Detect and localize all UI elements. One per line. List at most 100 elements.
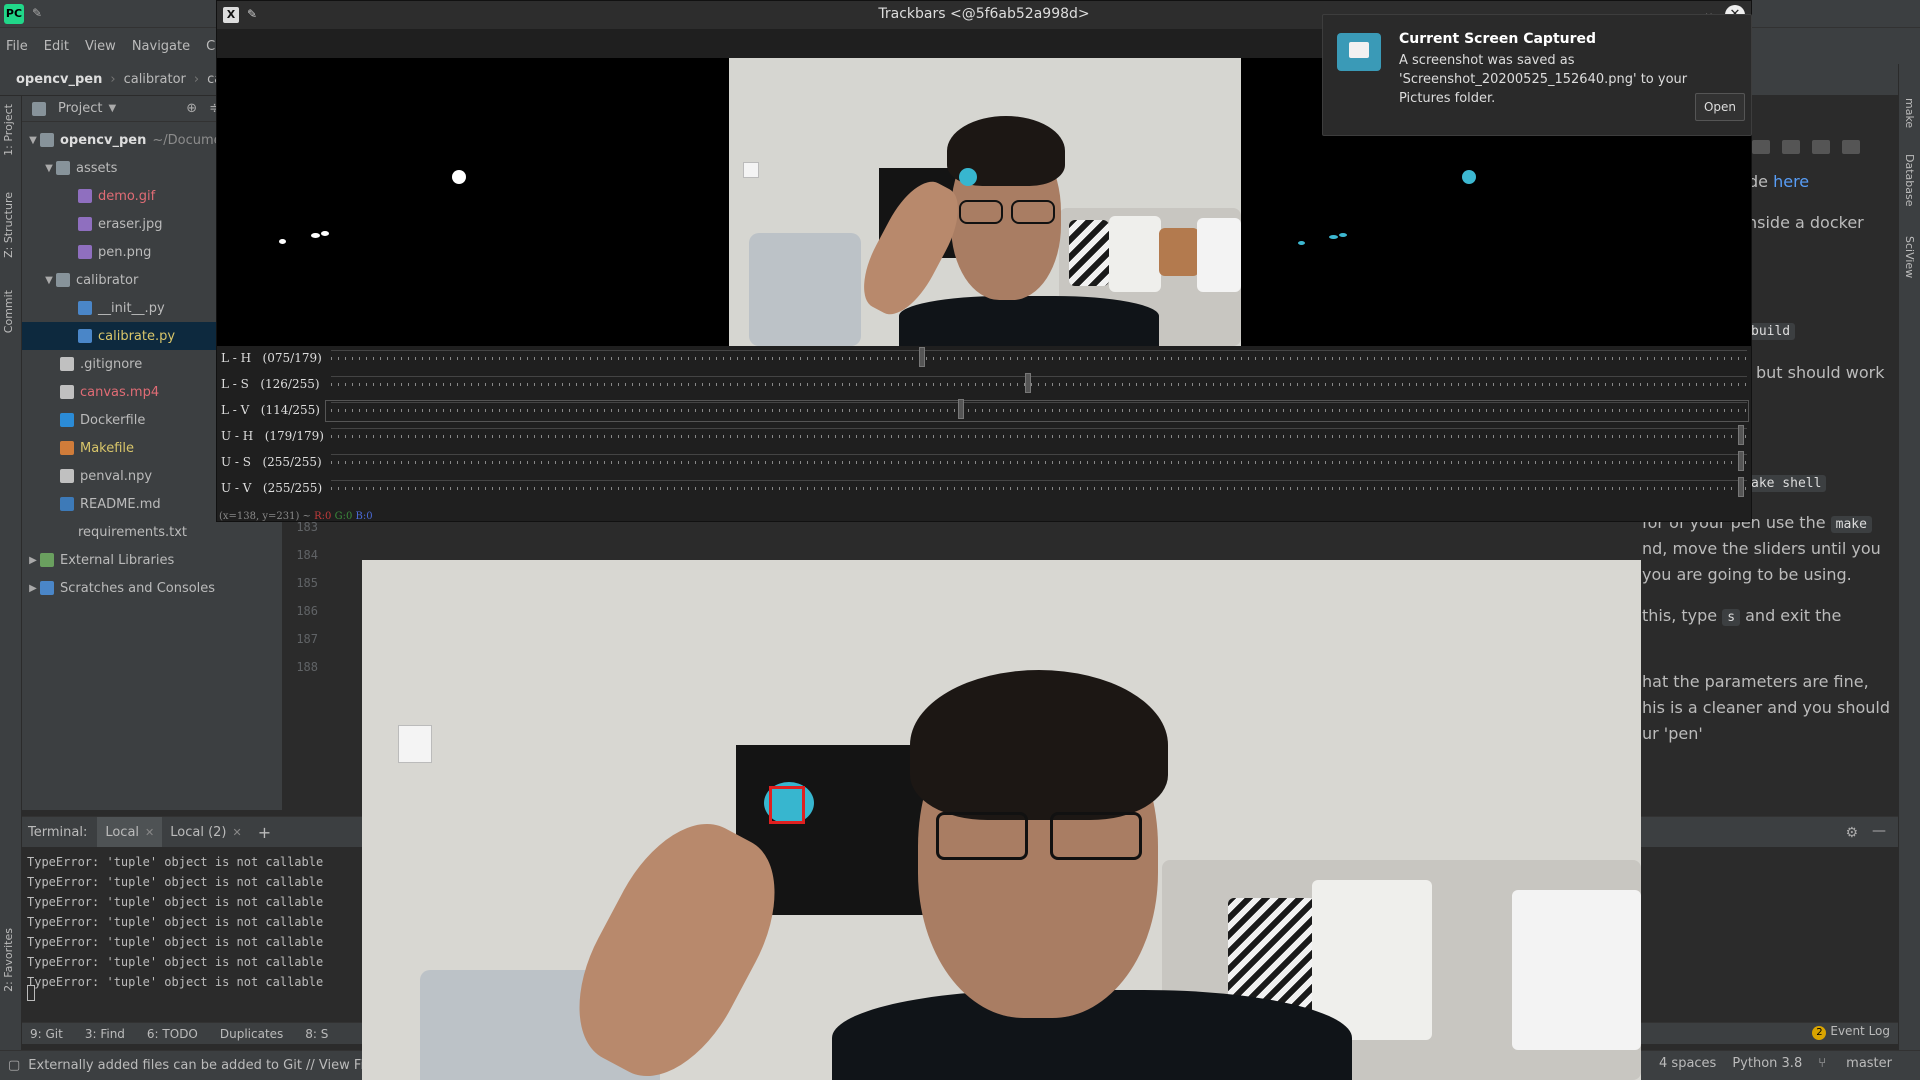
close-icon[interactable]: ✕ bbox=[145, 826, 154, 839]
tree-item-label: External Libraries bbox=[60, 552, 175, 568]
split-view-icon[interactable] bbox=[1782, 140, 1801, 154]
tool-window-structure[interactable]: Z: Structure bbox=[2, 192, 15, 258]
expand-arrow-icon[interactable]: ▼ bbox=[42, 163, 56, 174]
menu-edit[interactable]: Edit bbox=[44, 39, 69, 54]
breadcrumb-folder[interactable]: calibrator bbox=[124, 72, 186, 87]
file-icon bbox=[60, 469, 74, 483]
tool-window-make[interactable]: make bbox=[1903, 98, 1916, 128]
preview-line: but should work bbox=[1756, 363, 1885, 382]
preview-code: build bbox=[1746, 323, 1796, 340]
tool-window-commit[interactable]: Commit bbox=[2, 290, 15, 333]
terminal-output[interactable]: TypeError: 'tuple' object is not callabl… bbox=[27, 855, 323, 995]
screenshot-app-icon bbox=[1337, 33, 1381, 71]
preview-settings-icon[interactable] bbox=[1842, 140, 1861, 154]
trackbar-slot bbox=[331, 376, 1747, 377]
preview-line: ur 'pen' bbox=[1642, 724, 1703, 743]
trackbar-label: U - H (179/179) bbox=[221, 429, 324, 443]
preview-only-icon[interactable] bbox=[1812, 140, 1831, 154]
trackbar-handle[interactable] bbox=[1738, 425, 1744, 445]
terminal-line: TypeError: 'tuple' object is not callabl… bbox=[27, 935, 324, 949]
terminal-tab-local-2[interactable]: Local (2) ✕ bbox=[162, 817, 249, 847]
collapse-arrow-icon[interactable]: ▶ bbox=[26, 555, 40, 566]
frame-window-header bbox=[362, 520, 1641, 560]
interpreter-indicator[interactable]: Python 3.8 bbox=[1732, 1056, 1802, 1071]
open-button[interactable]: Open bbox=[1695, 93, 1745, 121]
collapse-arrow-icon[interactable]: ▶ bbox=[26, 583, 40, 594]
terminal-tab-local[interactable]: Local ✕ bbox=[97, 817, 163, 847]
white-pillow bbox=[1512, 890, 1641, 1050]
breadcrumb-project[interactable]: opencv_pen bbox=[16, 72, 102, 87]
trackbar-handle[interactable] bbox=[958, 399, 964, 419]
trackbar-track[interactable] bbox=[331, 409, 1747, 412]
indent-indicator[interactable]: 4 spaces bbox=[1659, 1056, 1716, 1071]
trackbar-track[interactable] bbox=[331, 461, 1747, 464]
tool-window-database[interactable]: Database bbox=[1903, 154, 1916, 207]
git-branch-indicator[interactable]: ⑂ master bbox=[1818, 1056, 1892, 1071]
chevron-down-icon[interactable]: ▼ bbox=[108, 103, 116, 114]
terminal-line: TypeError: 'tuple' object is not callabl… bbox=[27, 855, 324, 869]
gear-icon[interactable]: ⚙ bbox=[1845, 825, 1858, 841]
trackbar-handle[interactable] bbox=[919, 347, 925, 367]
git-tool-button[interactable]: 9: Git bbox=[30, 1027, 63, 1041]
result-blob bbox=[1298, 241, 1305, 245]
gitignore-file-icon bbox=[60, 357, 74, 371]
pet-crate bbox=[749, 233, 861, 346]
left-tool-strip: 1: Project Z: Structure Commit 2: Favori… bbox=[0, 96, 22, 1056]
tree-item-label: .gitignore bbox=[80, 356, 143, 372]
tool-window-project[interactable]: 1: Project bbox=[2, 104, 15, 156]
tree-item-scratches[interactable]: ▶ Scratches and Consoles bbox=[22, 574, 282, 602]
tree-item-label: Scratches and Consoles bbox=[60, 580, 216, 596]
trackbar-handle[interactable] bbox=[1738, 451, 1744, 471]
preview-line: his is a cleaner and you should bbox=[1642, 698, 1890, 717]
camera-icon bbox=[1349, 42, 1369, 58]
trackbar-track[interactable] bbox=[331, 487, 1747, 490]
status-icon[interactable]: ▢ bbox=[8, 1058, 20, 1073]
trackbar-track[interactable] bbox=[331, 357, 1747, 360]
tool-window-favorites[interactable]: 2: Favorites bbox=[2, 928, 15, 992]
tool-window-sciview[interactable]: SciView bbox=[1903, 236, 1916, 278]
notification-title: Current Screen Captured bbox=[1399, 31, 1597, 47]
preview-link[interactable]: here bbox=[1773, 172, 1809, 191]
locate-icon[interactable]: ⊕ bbox=[186, 101, 197, 116]
menu-file[interactable]: File bbox=[6, 39, 28, 54]
pixel-coordinates: (x=138, y=231) ~ bbox=[219, 511, 311, 522]
menu-navigate[interactable]: Navigate bbox=[132, 39, 190, 54]
trackbar-slot bbox=[331, 402, 1747, 403]
trackbar-track[interactable] bbox=[331, 435, 1747, 438]
glasses-right-lens bbox=[1050, 812, 1142, 860]
tree-item-external-libraries[interactable]: ▶ External Libraries bbox=[22, 546, 282, 574]
preview-line: nd, move the sliders until you bbox=[1642, 539, 1881, 558]
new-terminal-icon[interactable]: + bbox=[258, 823, 271, 842]
tree-item-label: __init__.py bbox=[98, 300, 165, 316]
trackbar-upper-v: U - V (255/255) bbox=[217, 476, 1751, 502]
project-panel-title[interactable]: Project bbox=[58, 101, 102, 116]
expand-arrow-icon[interactable]: ▼ bbox=[26, 135, 40, 146]
expand-arrow-icon[interactable]: ▼ bbox=[42, 275, 56, 286]
minimize-icon[interactable]: — bbox=[1872, 823, 1886, 839]
find-tool-button[interactable]: 3: Find bbox=[85, 1027, 125, 1041]
glasses-left-lens bbox=[959, 200, 1003, 224]
trackbar-lower-v: L - V (114/255) bbox=[217, 398, 1751, 424]
close-icon[interactable]: ✕ bbox=[233, 826, 242, 839]
menu-view[interactable]: View bbox=[85, 39, 116, 54]
line-number: 188 bbox=[296, 660, 318, 674]
trackbar-handle[interactable] bbox=[1025, 373, 1031, 393]
terminal-cursor[interactable] bbox=[27, 985, 35, 1001]
event-log-button[interactable]: 2 Event Log bbox=[1812, 1024, 1890, 1040]
services-tool-button[interactable]: 8: S bbox=[305, 1027, 328, 1041]
trackbar-label: U - V (255/255) bbox=[221, 481, 323, 495]
pixel-green: G:0 bbox=[334, 511, 353, 522]
preview-line: this, type s and exit the bbox=[1642, 606, 1841, 626]
tree-item-label: requirements.txt bbox=[78, 524, 188, 540]
trackbar-handle[interactable] bbox=[1738, 477, 1744, 497]
screenshot-notification: Current Screen Captured A screenshot was… bbox=[1322, 14, 1752, 136]
tree-item-label: README.md bbox=[80, 496, 161, 512]
trackbar-track[interactable] bbox=[331, 383, 1747, 386]
camera-frame-window[interactable] bbox=[362, 520, 1641, 1080]
pin-icon[interactable]: ✎ bbox=[32, 6, 46, 20]
mask-blob bbox=[311, 233, 320, 238]
editor-only-icon[interactable] bbox=[1752, 140, 1770, 154]
todo-tool-button[interactable]: 6: TODO bbox=[147, 1027, 198, 1041]
duplicates-tool-button[interactable]: Duplicates bbox=[220, 1027, 283, 1041]
status-message[interactable]: Externally added files can be added to G… bbox=[28, 1058, 395, 1073]
